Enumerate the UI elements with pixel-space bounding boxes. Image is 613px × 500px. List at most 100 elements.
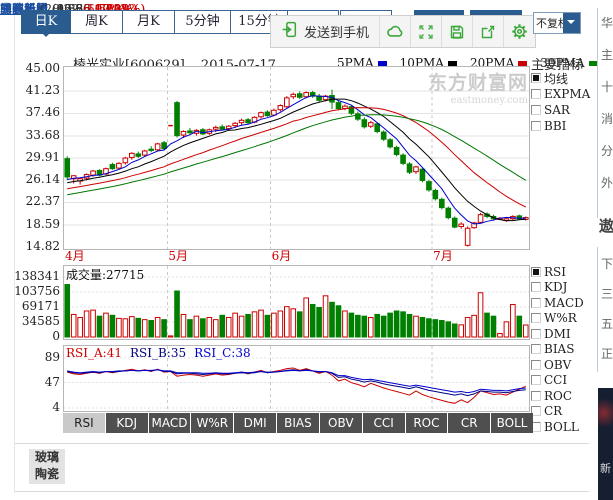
checkbox-cr[interactable]: CR — [531, 404, 584, 420]
edge-text-fragment: 分 — [601, 142, 613, 159]
tab-obv[interactable]: OBV — [320, 413, 362, 433]
checkbox-obv[interactable]: OBV — [531, 357, 584, 373]
tab-kdj[interactable]: KDJ — [106, 413, 148, 433]
checkbox[interactable] — [531, 391, 541, 401]
tab-dmi[interactable]: DMI — [234, 413, 276, 433]
legend-swatch — [378, 61, 387, 66]
checkbox-kdj[interactable]: KDJ — [531, 280, 584, 296]
axis-tick-label: 29.91 — [2, 150, 60, 164]
tab-macd[interactable]: MACD — [149, 413, 191, 433]
axis-tick-label: 18.59 — [2, 217, 60, 231]
chart-toolbar: 发送到手机 — [270, 15, 536, 48]
send-to-phone-button[interactable]: 发送到手机 — [271, 16, 379, 47]
checkbox[interactable] — [531, 344, 541, 354]
edge-text-fragment: 下 — [601, 255, 613, 272]
divider — [15, 491, 589, 492]
send-to-phone-label: 发送到手机 — [304, 22, 369, 41]
send-to-phone-icon — [281, 21, 298, 42]
edge-text-fragment: 主 — [601, 46, 613, 63]
month-tick-label: 6月 — [272, 250, 292, 263]
checkbox[interactable] — [531, 313, 541, 323]
tab-daily-k[interactable]: 日K — [21, 10, 71, 34]
sector-label: 玻璃 陶瓷 — [29, 449, 65, 484]
checkbox-rsi[interactable]: RSI — [531, 264, 584, 280]
checkbox[interactable] — [531, 121, 541, 131]
edge-text-fragment: 十 — [601, 78, 613, 95]
checkbox[interactable] — [531, 329, 541, 339]
rsi-c-label: RSI_C:38 — [194, 346, 251, 360]
axis-tick-label: 41.23 — [2, 83, 60, 97]
main-indicator-list: 均线 EXPMA SAR BBI — [531, 70, 590, 134]
checkbox-ma[interactable]: 均线 — [531, 70, 590, 86]
tab-roc[interactable]: ROC — [406, 413, 448, 433]
axis-tick-label: 34585 — [2, 314, 60, 328]
edge-heading-fragment: 遨 — [599, 215, 613, 236]
checkbox-roc[interactable]: ROC — [531, 388, 584, 404]
fullscreen-icon[interactable] — [410, 16, 441, 47]
checkbox-dmi[interactable]: DMI — [531, 326, 584, 342]
edge-text-fragment: 五 — [601, 315, 613, 332]
tab-rsi[interactable]: RSI — [63, 413, 105, 433]
edge-text-fragment: 外 — [601, 174, 613, 191]
ad-text-fragment: 新 — [600, 460, 611, 476]
rsi-value-labels: RSI_A:41 RSI_B:35 RSI_C:38 — [66, 346, 251, 360]
rsi-a-label: RSI_A:41 — [66, 346, 122, 360]
checkbox-macd[interactable]: MACD — [531, 295, 584, 311]
cloud-button[interactable] — [379, 16, 410, 47]
tab-5min[interactable]: 5分钟 — [175, 10, 231, 34]
axis-tick-label: 22.37 — [2, 194, 60, 208]
checkbox-bias[interactable]: BIAS — [531, 342, 584, 358]
period-tab-bar: 日K 周K 月K 5分钟 15分钟 — [21, 10, 289, 34]
edge-panel-border — [597, 247, 598, 372]
axis-tick-label: 4 — [2, 400, 60, 414]
tab-bias[interactable]: BIAS — [277, 413, 319, 433]
checkbox[interactable] — [531, 105, 541, 115]
checkbox-wr[interactable]: W%R — [531, 311, 584, 327]
tab-cr[interactable]: CR — [448, 413, 490, 433]
stock-chart-page: 日K 周K 月K 5分钟 15分钟 发送到手机 — [0, 0, 613, 500]
legend-swatch — [518, 61, 527, 66]
tab-cci[interactable]: CCI — [363, 413, 405, 433]
checkbox-sar[interactable]: SAR — [531, 102, 590, 118]
tab-weekly-k[interactable]: 周K — [71, 10, 123, 34]
settings-gear-icon[interactable] — [503, 16, 534, 47]
month-tick-label: 4月 — [65, 250, 85, 263]
axis-tick-label: 138341 — [2, 269, 60, 283]
checkbox-bbi[interactable]: BBI — [531, 118, 590, 134]
kline-chart[interactable] — [63, 66, 530, 250]
tab-wr[interactable]: W%R — [191, 413, 233, 433]
checkbox[interactable] — [531, 282, 541, 292]
edge-text-fragment: 消 — [601, 110, 613, 127]
save-icon[interactable] — [441, 16, 472, 47]
checkbox-expma[interactable]: EXPMA — [531, 86, 590, 102]
legend-swatch — [448, 61, 457, 66]
checkbox-boll[interactable]: BOLL — [531, 419, 584, 435]
divider — [15, 443, 589, 444]
ad-image[interactable]: 新 — [598, 388, 613, 500]
axis-tick-label: 47 — [2, 375, 60, 389]
checkbox[interactable] — [531, 73, 541, 83]
axis-tick-label: 103756 — [2, 284, 60, 298]
volume-value-label: 成交量:27715 — [66, 266, 144, 283]
share-icon[interactable] — [472, 16, 503, 47]
sub-indicator-list: RSI KDJ MACD W%R DMI BIAS OBV CCI ROC CR… — [531, 264, 584, 435]
edge-text-fragment: 三 — [601, 285, 613, 302]
edge-text-fragment: 正 — [601, 345, 613, 362]
checkbox[interactable] — [531, 298, 541, 308]
axis-tick-label: 14.82 — [2, 239, 60, 253]
tab-monthly-k[interactable]: 月K — [123, 10, 175, 34]
dropdown-arrow-icon[interactable] — [563, 13, 580, 33]
checkbox[interactable] — [531, 267, 541, 277]
checkbox[interactable] — [531, 375, 541, 385]
axis-tick-label: 26.14 — [2, 172, 60, 186]
axis-tick-label: 69171 — [2, 299, 60, 313]
axis-tick-label: 89 — [2, 350, 60, 364]
adjust-type-dropdown[interactable]: 不复权 — [533, 12, 581, 34]
edge-panel-border — [597, 8, 598, 218]
checkbox-cci[interactable]: CCI — [531, 373, 584, 389]
checkbox[interactable] — [531, 360, 541, 370]
tab-boll[interactable]: BOLL — [491, 413, 533, 433]
axis-tick-label: 0 — [2, 329, 60, 343]
checkbox[interactable] — [531, 89, 541, 99]
kline-plot — [64, 67, 529, 249]
